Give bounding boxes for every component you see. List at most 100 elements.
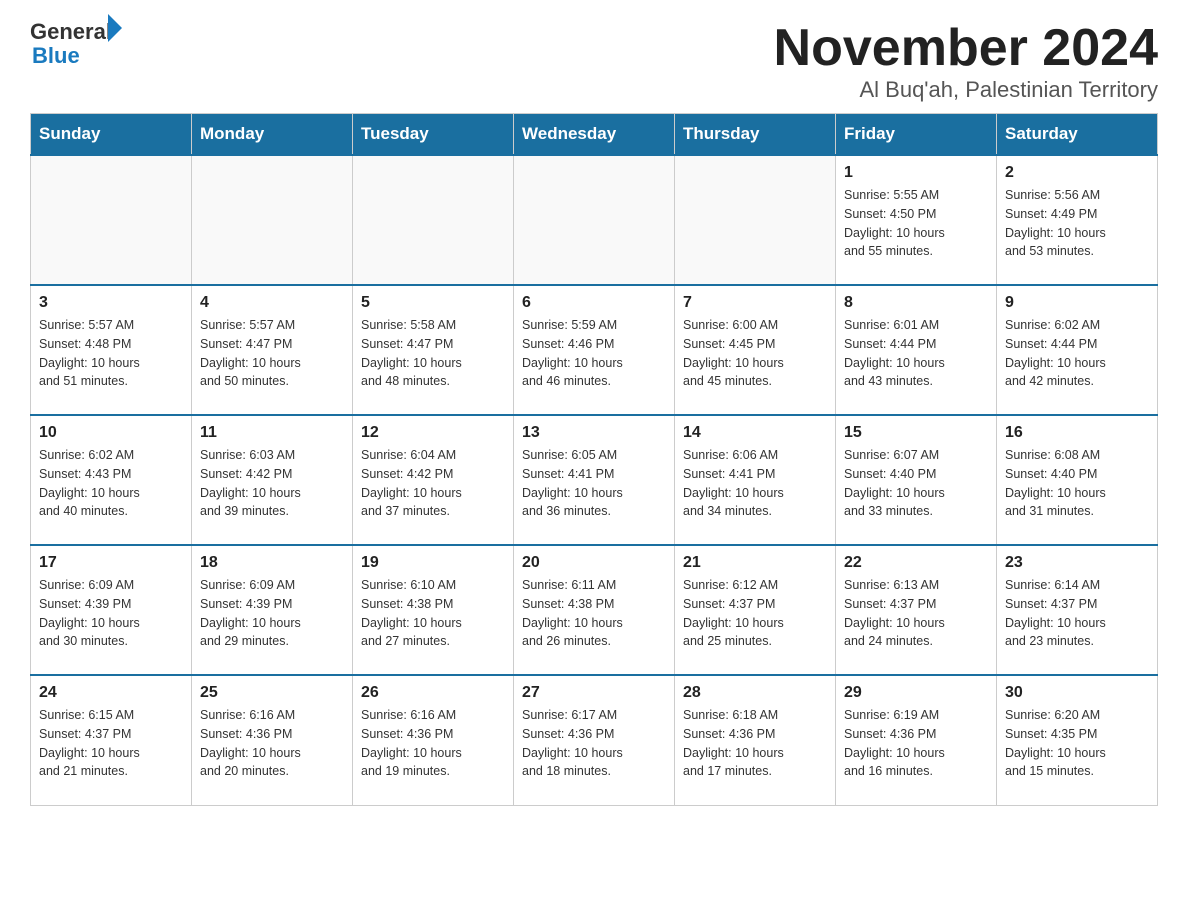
calendar-day-cell: 6 Sunrise: 5:59 AM Sunset: 4:46 PM Daylig…: [514, 285, 675, 415]
location-subtitle: Al Buq'ah, Palestinian Territory: [774, 77, 1158, 103]
day-number: 30: [1005, 684, 1149, 702]
day-number: 5: [361, 294, 505, 312]
day-number: 11: [200, 424, 344, 442]
day-number: 9: [1005, 294, 1149, 312]
day-info: Sunrise: 5:59 AM Sunset: 4:46 PM Dayligh…: [522, 316, 666, 391]
day-info: Sunrise: 6:02 AM Sunset: 4:43 PM Dayligh…: [39, 446, 183, 521]
logo-blue-text: Blue: [30, 44, 122, 68]
calendar-day-cell: 11 Sunrise: 6:03 AM Sunset: 4:42 PM Dayli…: [192, 415, 353, 545]
calendar-day-cell: 4 Sunrise: 5:57 AM Sunset: 4:47 PM Daylig…: [192, 285, 353, 415]
weekday-header-monday: Monday: [192, 114, 353, 156]
day-number: 2: [1005, 164, 1149, 182]
day-number: 27: [522, 684, 666, 702]
calendar-day-cell: [675, 155, 836, 285]
calendar-day-cell: 15Sunrise: 6:07 AM Sunset: 4:40 PM Dayli…: [836, 415, 997, 545]
calendar-day-cell: 3Sunrise: 5:57 AM Sunset: 4:48 PM Daylig…: [31, 285, 192, 415]
calendar-day-cell: 24 Sunrise: 6:15 AM Sunset: 4:37 PM Dayli…: [31, 675, 192, 805]
day-number: 7: [683, 294, 827, 312]
day-info: Sunrise: 5:58 AM Sunset: 4:47 PM Dayligh…: [361, 316, 505, 391]
day-number: 28: [683, 684, 827, 702]
calendar-day-cell: [192, 155, 353, 285]
calendar-day-cell: 10 Sunrise: 6:02 AM Sunset: 4:43 PM Dayli…: [31, 415, 192, 545]
day-info: Sunrise: 5:56 AM Sunset: 4:49 PM Dayligh…: [1005, 186, 1149, 261]
day-number: 18: [200, 554, 344, 572]
day-info: Sunrise: 6:14 AM Sunset: 4:37 PM Dayligh…: [1005, 576, 1149, 651]
day-info: Sunrise: 5:57 AM Sunset: 4:48 PM Dayligh…: [39, 316, 183, 391]
day-number: 21: [683, 554, 827, 572]
calendar-day-cell: 26Sunrise: 6:16 AM Sunset: 4:36 PM Dayli…: [353, 675, 514, 805]
day-number: 14: [683, 424, 827, 442]
calendar-day-cell: 9Sunrise: 6:02 AM Sunset: 4:44 PM Daylig…: [997, 285, 1158, 415]
calendar-day-cell: 27Sunrise: 6:17 AM Sunset: 4:36 PM Dayli…: [514, 675, 675, 805]
calendar-day-cell: 29Sunrise: 6:19 AM Sunset: 4:36 PM Dayli…: [836, 675, 997, 805]
day-number: 19: [361, 554, 505, 572]
day-number: 23: [1005, 554, 1149, 572]
weekday-header-sunday: Sunday: [31, 114, 192, 156]
calendar-day-cell: 30 Sunrise: 6:20 AM Sunset: 4:35 PM Dayli…: [997, 675, 1158, 805]
weekday-header-friday: Friday: [836, 114, 997, 156]
calendar-day-cell: 17 Sunrise: 6:09 AM Sunset: 4:39 PM Dayli…: [31, 545, 192, 675]
day-info: Sunrise: 6:03 AM Sunset: 4:42 PM Dayligh…: [200, 446, 344, 521]
calendar-day-cell: 5 Sunrise: 5:58 AM Sunset: 4:47 PM Daylig…: [353, 285, 514, 415]
logo: General Blue: [30, 20, 122, 68]
day-number: 8: [844, 294, 988, 312]
calendar-day-cell: 28 Sunrise: 6:18 AM Sunset: 4:36 PM Dayli…: [675, 675, 836, 805]
day-number: 1: [844, 164, 988, 182]
weekday-header-thursday: Thursday: [675, 114, 836, 156]
day-info: Sunrise: 6:20 AM Sunset: 4:35 PM Dayligh…: [1005, 706, 1149, 781]
calendar-week-row: 17 Sunrise: 6:09 AM Sunset: 4:39 PM Dayli…: [31, 545, 1158, 675]
calendar-header: SundayMondayTuesdayWednesdayThursdayFrid…: [31, 114, 1158, 156]
calendar-body: 1 Sunrise: 5:55 AM Sunset: 4:50 PM Daylig…: [31, 155, 1158, 805]
logo-general-text: General: [30, 20, 112, 44]
calendar-day-cell: 21Sunrise: 6:12 AM Sunset: 4:37 PM Dayli…: [675, 545, 836, 675]
calendar-day-cell: 7 Sunrise: 6:00 AM Sunset: 4:45 PM Daylig…: [675, 285, 836, 415]
page-header: General Blue November 2024 Al Buq'ah, Pa…: [30, 20, 1158, 103]
day-info: Sunrise: 6:01 AM Sunset: 4:44 PM Dayligh…: [844, 316, 988, 391]
calendar-week-row: 3Sunrise: 5:57 AM Sunset: 4:48 PM Daylig…: [31, 285, 1158, 415]
day-info: Sunrise: 6:16 AM Sunset: 4:36 PM Dayligh…: [200, 706, 344, 781]
calendar-day-cell: 8 Sunrise: 6:01 AM Sunset: 4:44 PM Daylig…: [836, 285, 997, 415]
day-info: Sunrise: 5:55 AM Sunset: 4:50 PM Dayligh…: [844, 186, 988, 261]
weekday-header-saturday: Saturday: [997, 114, 1158, 156]
calendar-day-cell: [31, 155, 192, 285]
month-title: November 2024: [774, 20, 1158, 77]
calendar-day-cell: 2 Sunrise: 5:56 AM Sunset: 4:49 PM Daylig…: [997, 155, 1158, 285]
calendar-day-cell: [353, 155, 514, 285]
day-info: Sunrise: 6:15 AM Sunset: 4:37 PM Dayligh…: [39, 706, 183, 781]
day-number: 4: [200, 294, 344, 312]
weekday-header-wednesday: Wednesday: [514, 114, 675, 156]
weekday-header-tuesday: Tuesday: [353, 114, 514, 156]
calendar-day-cell: 14Sunrise: 6:06 AM Sunset: 4:41 PM Dayli…: [675, 415, 836, 545]
day-info: Sunrise: 6:09 AM Sunset: 4:39 PM Dayligh…: [200, 576, 344, 651]
day-info: Sunrise: 6:00 AM Sunset: 4:45 PM Dayligh…: [683, 316, 827, 391]
calendar-day-cell: 12 Sunrise: 6:04 AM Sunset: 4:42 PM Dayli…: [353, 415, 514, 545]
day-number: 13: [522, 424, 666, 442]
day-number: 16: [1005, 424, 1149, 442]
calendar-day-cell: 23 Sunrise: 6:14 AM Sunset: 4:37 PM Dayli…: [997, 545, 1158, 675]
calendar-day-cell: 25 Sunrise: 6:16 AM Sunset: 4:36 PM Dayli…: [192, 675, 353, 805]
day-number: 10: [39, 424, 183, 442]
calendar-table: SundayMondayTuesdayWednesdayThursdayFrid…: [30, 113, 1158, 806]
day-info: Sunrise: 6:08 AM Sunset: 4:40 PM Dayligh…: [1005, 446, 1149, 521]
day-info: Sunrise: 6:13 AM Sunset: 4:37 PM Dayligh…: [844, 576, 988, 651]
day-info: Sunrise: 6:10 AM Sunset: 4:38 PM Dayligh…: [361, 576, 505, 651]
day-info: Sunrise: 5:57 AM Sunset: 4:47 PM Dayligh…: [200, 316, 344, 391]
day-number: 17: [39, 554, 183, 572]
day-info: Sunrise: 6:09 AM Sunset: 4:39 PM Dayligh…: [39, 576, 183, 651]
day-number: 25: [200, 684, 344, 702]
day-info: Sunrise: 6:18 AM Sunset: 4:36 PM Dayligh…: [683, 706, 827, 781]
day-number: 24: [39, 684, 183, 702]
day-info: Sunrise: 6:04 AM Sunset: 4:42 PM Dayligh…: [361, 446, 505, 521]
day-info: Sunrise: 6:05 AM Sunset: 4:41 PM Dayligh…: [522, 446, 666, 521]
day-number: 6: [522, 294, 666, 312]
day-number: 22: [844, 554, 988, 572]
day-info: Sunrise: 6:07 AM Sunset: 4:40 PM Dayligh…: [844, 446, 988, 521]
day-number: 12: [361, 424, 505, 442]
calendar-day-cell: 1 Sunrise: 5:55 AM Sunset: 4:50 PM Daylig…: [836, 155, 997, 285]
calendar-day-cell: [514, 155, 675, 285]
day-number: 29: [844, 684, 988, 702]
calendar-day-cell: 13 Sunrise: 6:05 AM Sunset: 4:41 PM Dayli…: [514, 415, 675, 545]
day-info: Sunrise: 6:11 AM Sunset: 4:38 PM Dayligh…: [522, 576, 666, 651]
logo-triangle-icon: [108, 14, 122, 42]
day-info: Sunrise: 6:16 AM Sunset: 4:36 PM Dayligh…: [361, 706, 505, 781]
